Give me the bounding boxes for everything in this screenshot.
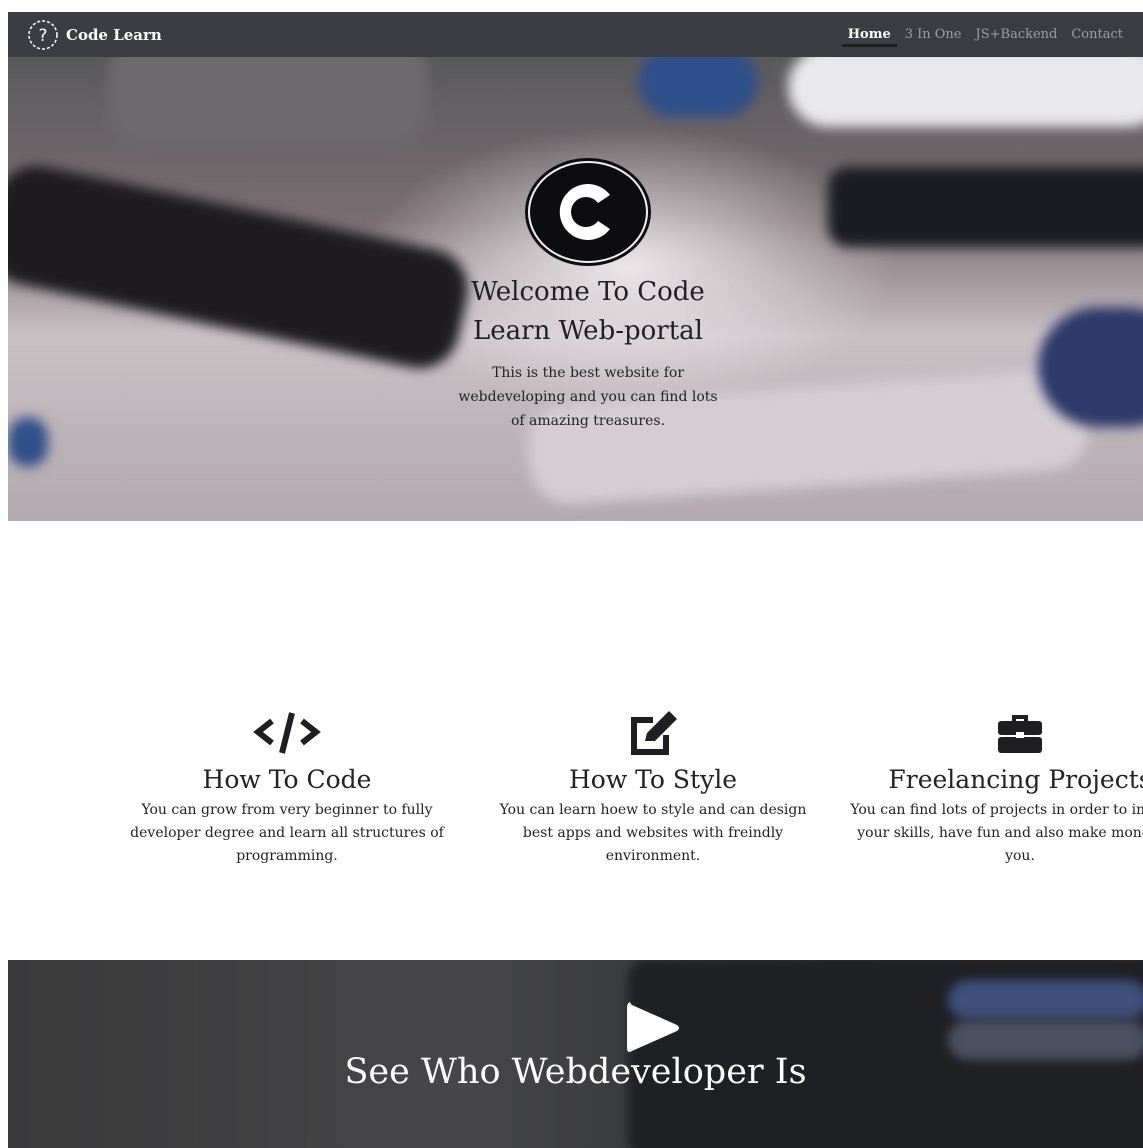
- question-circle-icon: ?: [28, 20, 58, 50]
- nav-links: Home 3 In One JS+Backend Contact: [841, 12, 1123, 57]
- page: ? Code Learn Home 3 In One JS+Backend Co…: [8, 12, 1143, 1148]
- svg-text:?: ?: [38, 26, 47, 46]
- feature-title: How To Style: [568, 765, 738, 794]
- hero-bg-shape: [638, 57, 758, 117]
- hero-bg-shape: [8, 158, 476, 376]
- feature-title: How To Code: [202, 765, 372, 794]
- navbar: ? Code Learn Home 3 In One JS+Backend Co…: [8, 12, 1143, 57]
- brand-link[interactable]: ? Code Learn: [26, 16, 162, 54]
- edit-icon: [631, 711, 677, 755]
- hero-title: Welcome To Code Learn Web-portal: [471, 277, 705, 346]
- video-bg-shape: [948, 980, 1143, 1020]
- hero-content: Welcome To Code Learn Web-portal This is…: [438, 157, 738, 433]
- feature-description: You can find lots of projects in order t…: [850, 802, 1143, 864]
- hero-bg-shape: [788, 57, 1143, 127]
- feature-description: You can grow from very beginner to fully…: [130, 802, 444, 864]
- feature-title: Freelancing Projects: [888, 765, 1143, 794]
- hero-bg-shape: [828, 167, 1143, 247]
- hero-description: This is the best website for webdevelopi…: [458, 365, 718, 429]
- feature-card-style: How To Style You can learn hoew to style…: [488, 707, 818, 868]
- nav-link-js-backend[interactable]: JS+Backend: [976, 12, 1058, 57]
- code-icon: [253, 712, 321, 754]
- nav-link-home[interactable]: Home: [841, 12, 897, 57]
- briefcase-icon: [998, 715, 1042, 753]
- play-icon[interactable]: [623, 998, 683, 1058]
- feature-description: You can learn hoew to style and can desi…: [499, 802, 807, 864]
- features-section: How To Code You can grow from very begin…: [8, 707, 1143, 887]
- nav-link-contact[interactable]: Contact: [1071, 12, 1123, 57]
- nav-link-3-in-one[interactable]: 3 In One: [905, 12, 962, 57]
- hero-bg-shape: [108, 57, 428, 147]
- feature-card-freelancing: Freelancing Projects You can find lots o…: [850, 707, 1143, 868]
- c-logo-icon: [525, 158, 651, 266]
- brand-text: Code Learn: [66, 26, 162, 44]
- video-section: See Who Webdeveloper Is: [8, 960, 1143, 1148]
- hero-bg-shape: [8, 417, 48, 467]
- feature-card-code: How To Code You can grow from very begin…: [122, 707, 452, 868]
- video-title: See Who Webdeveloper Is: [344, 1052, 807, 1092]
- hero-section: Welcome To Code Learn Web-portal This is…: [8, 57, 1143, 521]
